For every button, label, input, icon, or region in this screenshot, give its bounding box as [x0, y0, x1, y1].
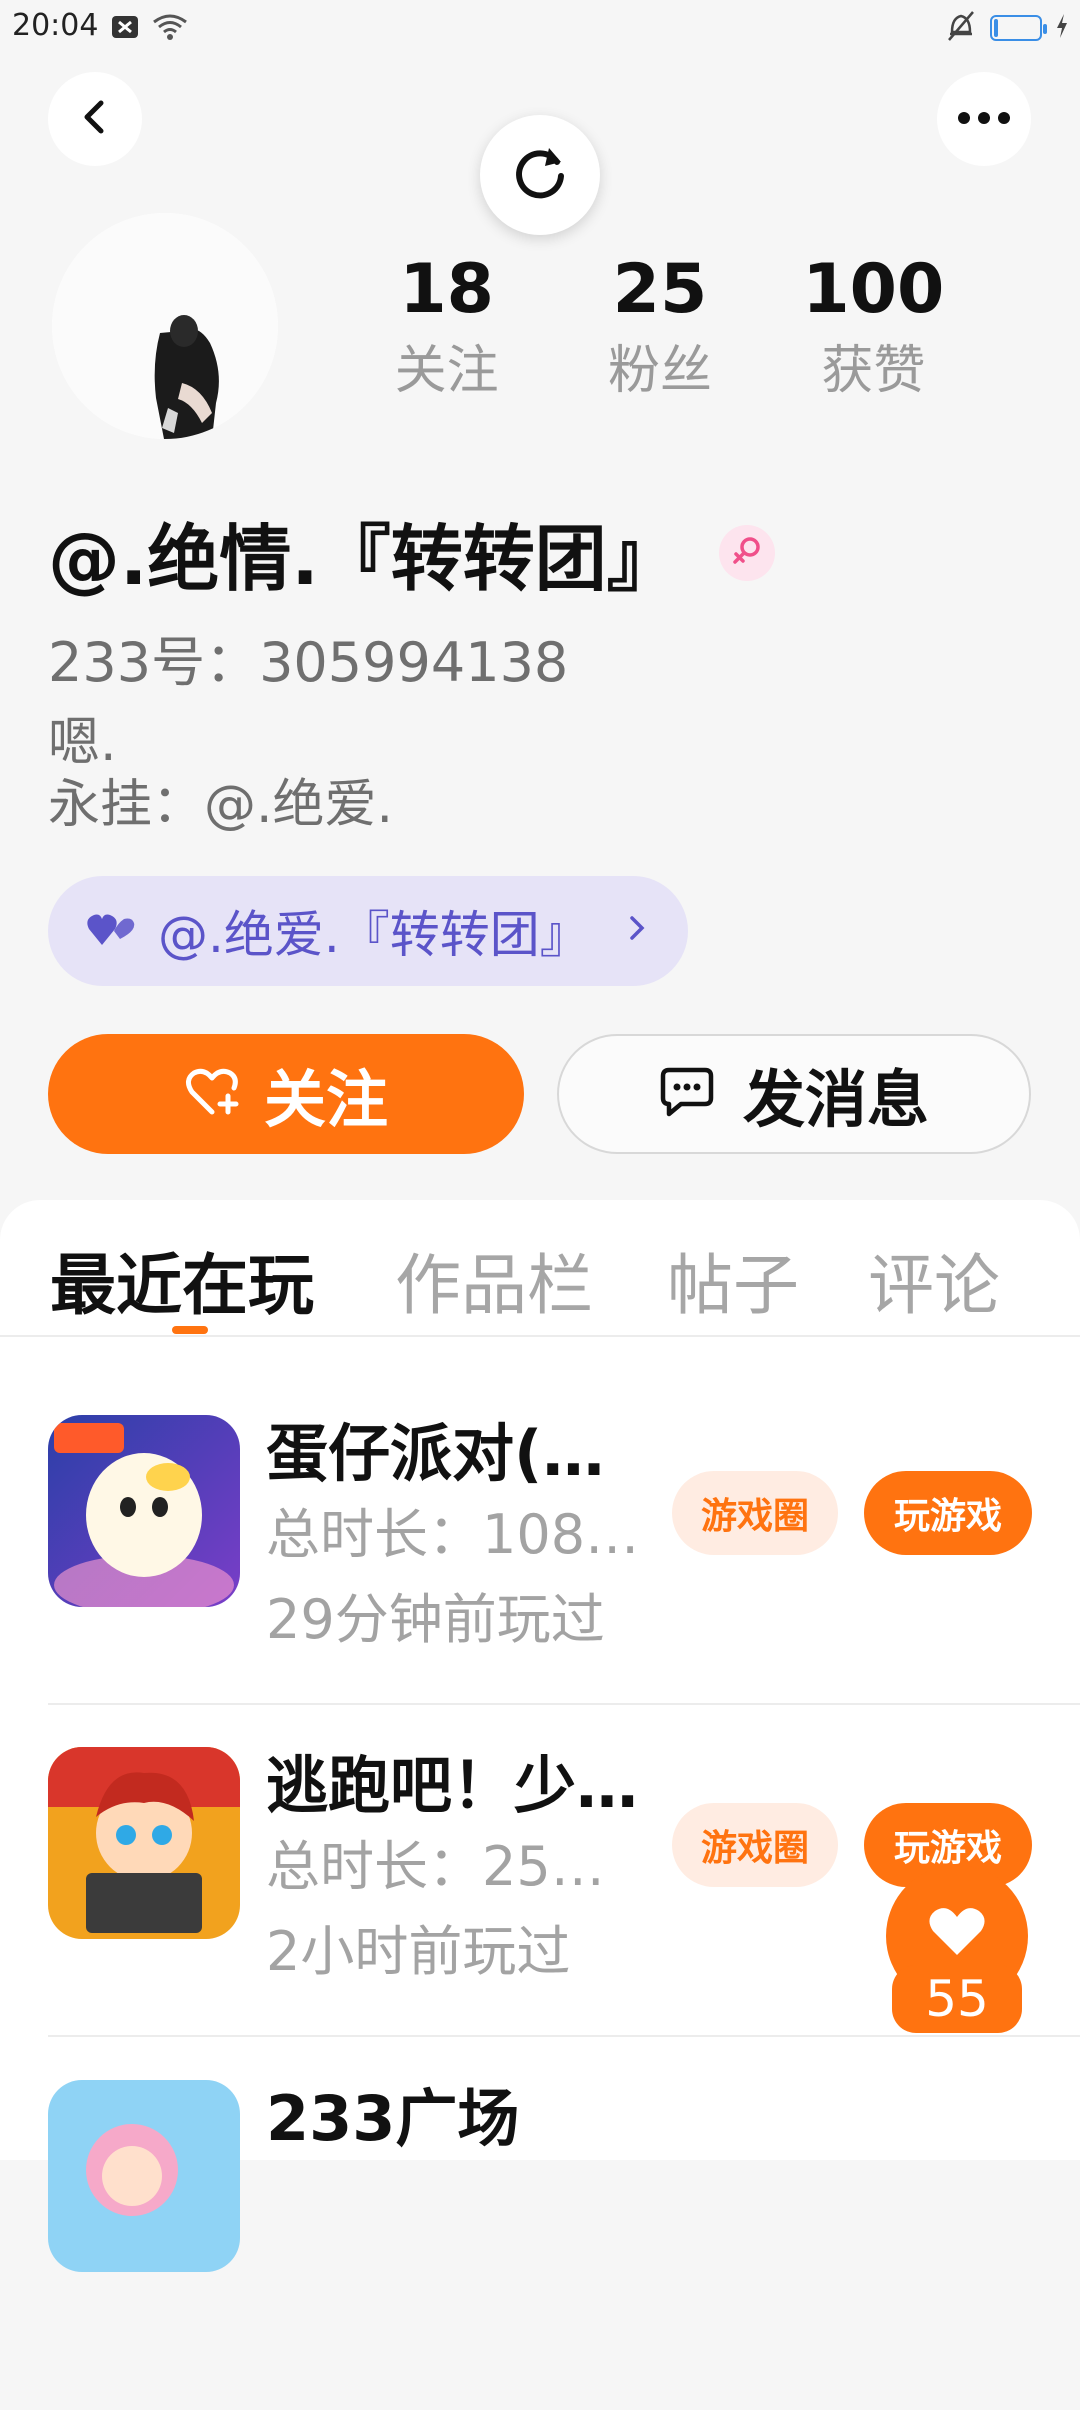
more-dots-icon [957, 110, 1011, 129]
stat-value: 18 [399, 250, 494, 329]
follow-button[interactable]: 关注 [48, 1034, 524, 1154]
wifi-icon [152, 12, 188, 46]
follow-label: 关注 [263, 1063, 388, 1136]
tab-indicator [172, 1326, 208, 1334]
bio-line: 永挂：@.绝爱. [48, 775, 394, 835]
mute-bell-icon [946, 10, 976, 46]
game-circle-button[interactable]: 游戏圈 [672, 1803, 838, 1887]
game-circle-button[interactable]: 游戏圈 [672, 1471, 838, 1555]
bio: 嗯. 永挂：@.绝爱. [48, 712, 393, 836]
refresh-icon [509, 142, 571, 208]
tab-comments[interactable]: 评论 [868, 1232, 1000, 1328]
stat-likes[interactable]: 100 获赞 [767, 250, 980, 406]
partner-chip[interactable]: @.绝爱.『转转团』 [48, 876, 688, 986]
tab-bar: 最近在玩 作品栏 帖子 评论 [0, 1200, 1080, 1337]
game-name: 233广场 [266, 2082, 520, 2155]
divider [48, 2035, 1080, 2037]
status-time: 20:04 [12, 8, 99, 43]
chat-bubble-icon [659, 1066, 715, 1122]
heart-icon [927, 1905, 987, 1961]
bio-line: 嗯. [48, 713, 117, 773]
username: @.绝情.『转转团』 [48, 517, 679, 601]
battery-icon [990, 15, 1047, 41]
female-icon [730, 534, 764, 572]
status-icons [110, 12, 188, 46]
notification-icon [110, 12, 140, 46]
stat-label: 获赞 [821, 341, 926, 401]
stat-following[interactable]: 18 关注 [340, 250, 553, 406]
stat-fans[interactable]: 25 粉丝 [553, 250, 766, 406]
stat-label: 粉丝 [607, 341, 712, 401]
gender-badge [718, 524, 775, 581]
status-icons-right [946, 10, 1068, 46]
more-options-button[interactable] [937, 72, 1031, 166]
game-row[interactable]: 233广场 [48, 2080, 1080, 2410]
tab-recent-played[interactable]: 最近在玩 [50, 1232, 314, 1328]
stat-value: 25 [612, 250, 708, 329]
divider [48, 1703, 1080, 1705]
partner-name: @.绝爱.『转转团』 [158, 906, 590, 964]
tab-posts[interactable]: 帖子 [667, 1232, 799, 1328]
game-last-played: 2小时前玩过 [266, 1920, 571, 1983]
play-game-button[interactable]: 玩游戏 [864, 1471, 1032, 1555]
double-heart-icon [86, 909, 136, 953]
avatar-figure-icon [52, 213, 278, 439]
game-icon-233-plaza [48, 2080, 240, 2272]
profile-stats: 18 关注 25 粉丝 100 获赞 [340, 250, 980, 406]
game-name: 逃跑吧！少… [266, 1749, 639, 1822]
back-button[interactable] [48, 72, 142, 166]
game-icon-eggy-party [48, 1415, 240, 1607]
like-count: 55 [892, 1965, 1022, 2033]
refresh-button[interactable] [480, 115, 600, 235]
game-last-played: 29分钟前玩过 [266, 1588, 605, 1651]
chevron-left-icon [75, 97, 115, 141]
tab-works[interactable]: 作品栏 [395, 1232, 593, 1328]
chevron-right-icon [626, 906, 650, 954]
game-duration: 总时长：25… [266, 1835, 605, 1898]
message-label: 发消息 [742, 1063, 929, 1136]
avatar[interactable] [52, 213, 278, 439]
heart-plus-icon [184, 1066, 242, 1122]
message-button[interactable]: 发消息 [557, 1034, 1031, 1154]
game-name: 蛋仔派对(… [266, 1417, 605, 1490]
game-row[interactable]: 蛋仔派对(… 总时长：108… 29分钟前玩过 游戏圈 玩游戏 [48, 1415, 1080, 1745]
status-bar: 20:04 [0, 0, 1080, 56]
game-icon-run-away [48, 1747, 240, 1939]
user-id: 233号：305994138 [48, 631, 569, 694]
charging-icon [1056, 13, 1068, 43]
stat-label: 关注 [394, 341, 499, 401]
stat-value: 100 [802, 250, 945, 329]
username-row: @.绝情.『转转团』 [48, 500, 775, 605]
game-duration: 总时长：108… [266, 1503, 640, 1566]
